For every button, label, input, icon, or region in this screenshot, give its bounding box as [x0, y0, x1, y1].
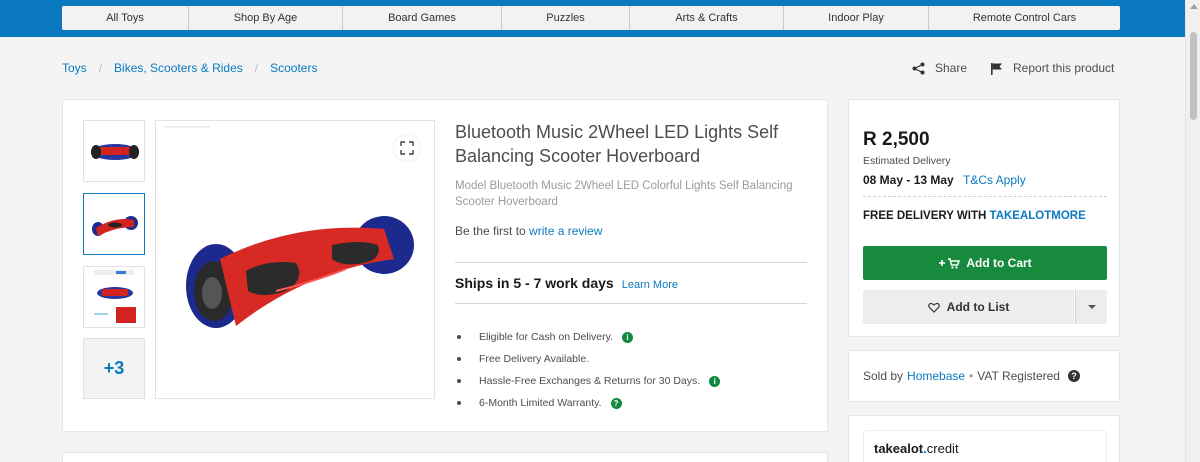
breadcrumb: Toys / Bikes, Scooters & Rides / Scooter…	[62, 61, 317, 75]
dashed-divider	[863, 196, 1107, 197]
takealot-credit-logo: takealot.credit	[863, 430, 1107, 462]
add-to-list-button[interactable]: Add to List	[863, 290, 1074, 324]
review-prefix: Be the first to	[455, 224, 526, 238]
divider	[455, 262, 807, 263]
divider	[455, 303, 807, 304]
product-title: Bluetooth Music 2Wheel LED Lights Self B…	[455, 122, 779, 166]
report-label: Report this product	[1013, 61, 1115, 75]
feature-item: Hassle-Free Exchanges & Returns for 30 D…	[455, 370, 721, 392]
shipping-info: Ships in 5 - 7 work days Learn More	[455, 275, 678, 291]
category-puzzles[interactable]: Puzzles	[502, 6, 630, 30]
price: R 2,500	[863, 129, 930, 150]
category-tabs: All Toys Shop By Age Board Games Puzzles…	[62, 6, 1120, 30]
breadcrumb-bikes-scooters-rides[interactable]: Bikes, Scooters & Rides	[114, 61, 243, 75]
share-icon	[912, 62, 925, 74]
category-shop-by-age[interactable]: Shop By Age	[189, 6, 343, 30]
sold-by-prefix: Sold by	[863, 369, 904, 383]
hoverboard-thumbnail-image	[91, 144, 139, 160]
estimated-delivery-label: Estimated Delivery	[863, 155, 951, 167]
write-review-link[interactable]: write a review	[529, 224, 602, 238]
feature-text: Eligible for Cash on Delivery.	[479, 331, 614, 343]
add-to-cart-label: Add to Cart	[966, 256, 1032, 270]
heart-icon	[927, 302, 940, 313]
breadcrumb-toys[interactable]: Toys	[62, 61, 87, 75]
feature-text: Hassle-Free Exchanges & Returns for 30 D…	[479, 375, 701, 387]
more-images-count: +3	[103, 358, 125, 378]
ships-label: Ships in 5 - 7 work days	[455, 275, 614, 291]
flag-icon	[991, 62, 1002, 75]
feature-item: Eligible for Cash on Delivery. i	[455, 326, 720, 348]
feature-item: Free Delivery Available.	[455, 348, 720, 370]
delivery-dates: 08 May - 13 May	[863, 173, 954, 187]
share-button[interactable]: Share	[912, 61, 967, 75]
scroll-thumb[interactable]	[1190, 32, 1197, 120]
feature-item: 6-Month Limited Warranty. ?	[455, 392, 720, 414]
hoverboard-thumbnail-image	[92, 216, 138, 236]
free-delivery-promo: FREE DELIVERY WITH TAKEALOTMORE	[863, 210, 1086, 222]
free-delivery-prefix: FREE DELIVERY WITH	[863, 210, 987, 222]
thumbnail-3[interactable]	[83, 266, 145, 328]
share-label: Share	[935, 61, 968, 75]
category-indoor-play[interactable]: Indoor Play	[784, 6, 929, 30]
page-scrollbar[interactable]	[1185, 0, 1200, 462]
info-icon[interactable]: i	[709, 375, 721, 387]
review-prompt: Be the first to write a review	[455, 224, 602, 238]
plus-cart-icon	[939, 258, 961, 269]
breadcrumb-separator: /	[254, 61, 259, 75]
breadcrumb-scooters[interactable]: Scooters	[270, 61, 317, 75]
feature-text: 6-Month Limited Warranty.	[479, 397, 602, 409]
product-subtitle: Model Bluetooth Music 2Wheel LED Colorfu…	[455, 180, 793, 208]
hoverboard-image	[164, 126, 414, 328]
thumbnail-2[interactable]	[83, 193, 145, 255]
takealotmore-link[interactable]: TAKEALOTMORE	[990, 210, 1086, 222]
breadcrumb-separator: /	[98, 61, 103, 75]
list-options-dropdown[interactable]	[1075, 290, 1107, 324]
add-to-cart-button[interactable]: Add to Cart	[863, 246, 1107, 280]
seller-separator: •	[969, 369, 974, 383]
top-category-bar: All Toys Shop By Age Board Games Puzzles…	[0, 0, 1200, 37]
more-images-button[interactable]: +3	[83, 338, 145, 399]
hoverboard-package-thumbnail-image	[94, 270, 136, 323]
credit-brand-b: credit	[926, 441, 959, 456]
scroll-up-arrow-icon[interactable]	[1190, 4, 1198, 9]
category-remote-control-cars[interactable]: Remote Control Cars	[929, 6, 1120, 30]
feature-text: Free Delivery Available.	[479, 353, 590, 365]
product-card: +3 Bluetooth Music 2Wheel LED Lights Sel…	[62, 99, 828, 432]
category-arts-crafts[interactable]: Arts & Crafts	[630, 6, 784, 30]
buy-box: R 2,500 Estimated Delivery 08 May - 13 M…	[848, 99, 1120, 337]
category-board-games[interactable]: Board Games	[343, 6, 502, 30]
seller-link[interactable]: Homebase	[907, 369, 965, 383]
credit-card-panel: takealot.credit	[848, 415, 1120, 462]
main-product-image[interactable]	[155, 120, 435, 399]
seller-info: Sold by Homebase • VAT Registered ?	[848, 350, 1120, 402]
lower-content-card	[62, 452, 828, 462]
thumbnail-1[interactable]	[83, 120, 145, 182]
learn-more-link[interactable]: Learn More	[622, 279, 678, 291]
help-icon[interactable]: ?	[1067, 370, 1080, 382]
caret-down-icon	[1087, 305, 1096, 309]
category-all-toys[interactable]: All Toys	[62, 6, 189, 30]
vat-status: VAT Registered	[977, 369, 1060, 383]
add-to-list-label: Add to List	[946, 300, 1010, 314]
credit-brand-a: takealot	[874, 441, 924, 456]
help-icon[interactable]: ?	[610, 397, 622, 409]
feature-list: Eligible for Cash on Delivery. i Free De…	[455, 326, 721, 414]
tcs-apply-link[interactable]: T&Cs Apply	[963, 173, 1026, 187]
info-icon[interactable]: i	[622, 331, 634, 343]
report-product-button[interactable]: Report this product	[990, 61, 1114, 75]
